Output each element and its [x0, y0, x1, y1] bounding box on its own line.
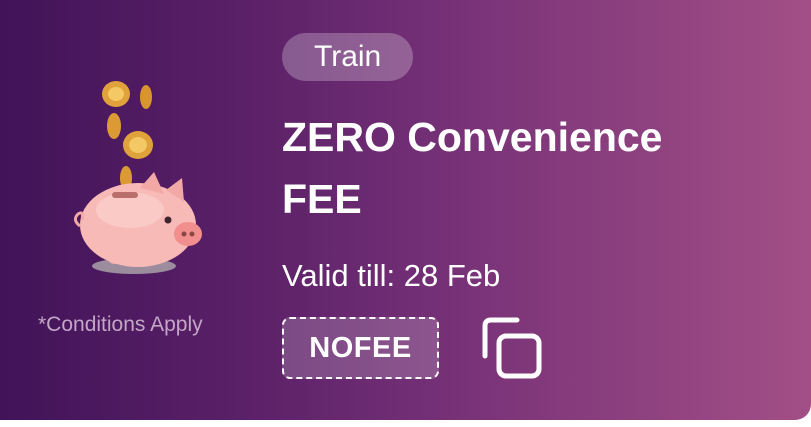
category-badge: Train — [282, 33, 414, 81]
piggy-bank-coins-icon — [60, 70, 220, 285]
copy-icon[interactable] — [477, 316, 545, 380]
validity-text: Valid till: 28 Feb — [282, 258, 501, 293]
offer-card[interactable]: *Conditions Apply Train ZERO Convenience… — [0, 0, 811, 420]
coupon-code[interactable]: NOFEE — [282, 317, 439, 379]
offer-title: ZERO Convenience FEE — [282, 114, 663, 222]
conditions-note: *Conditions Apply — [38, 313, 203, 336]
